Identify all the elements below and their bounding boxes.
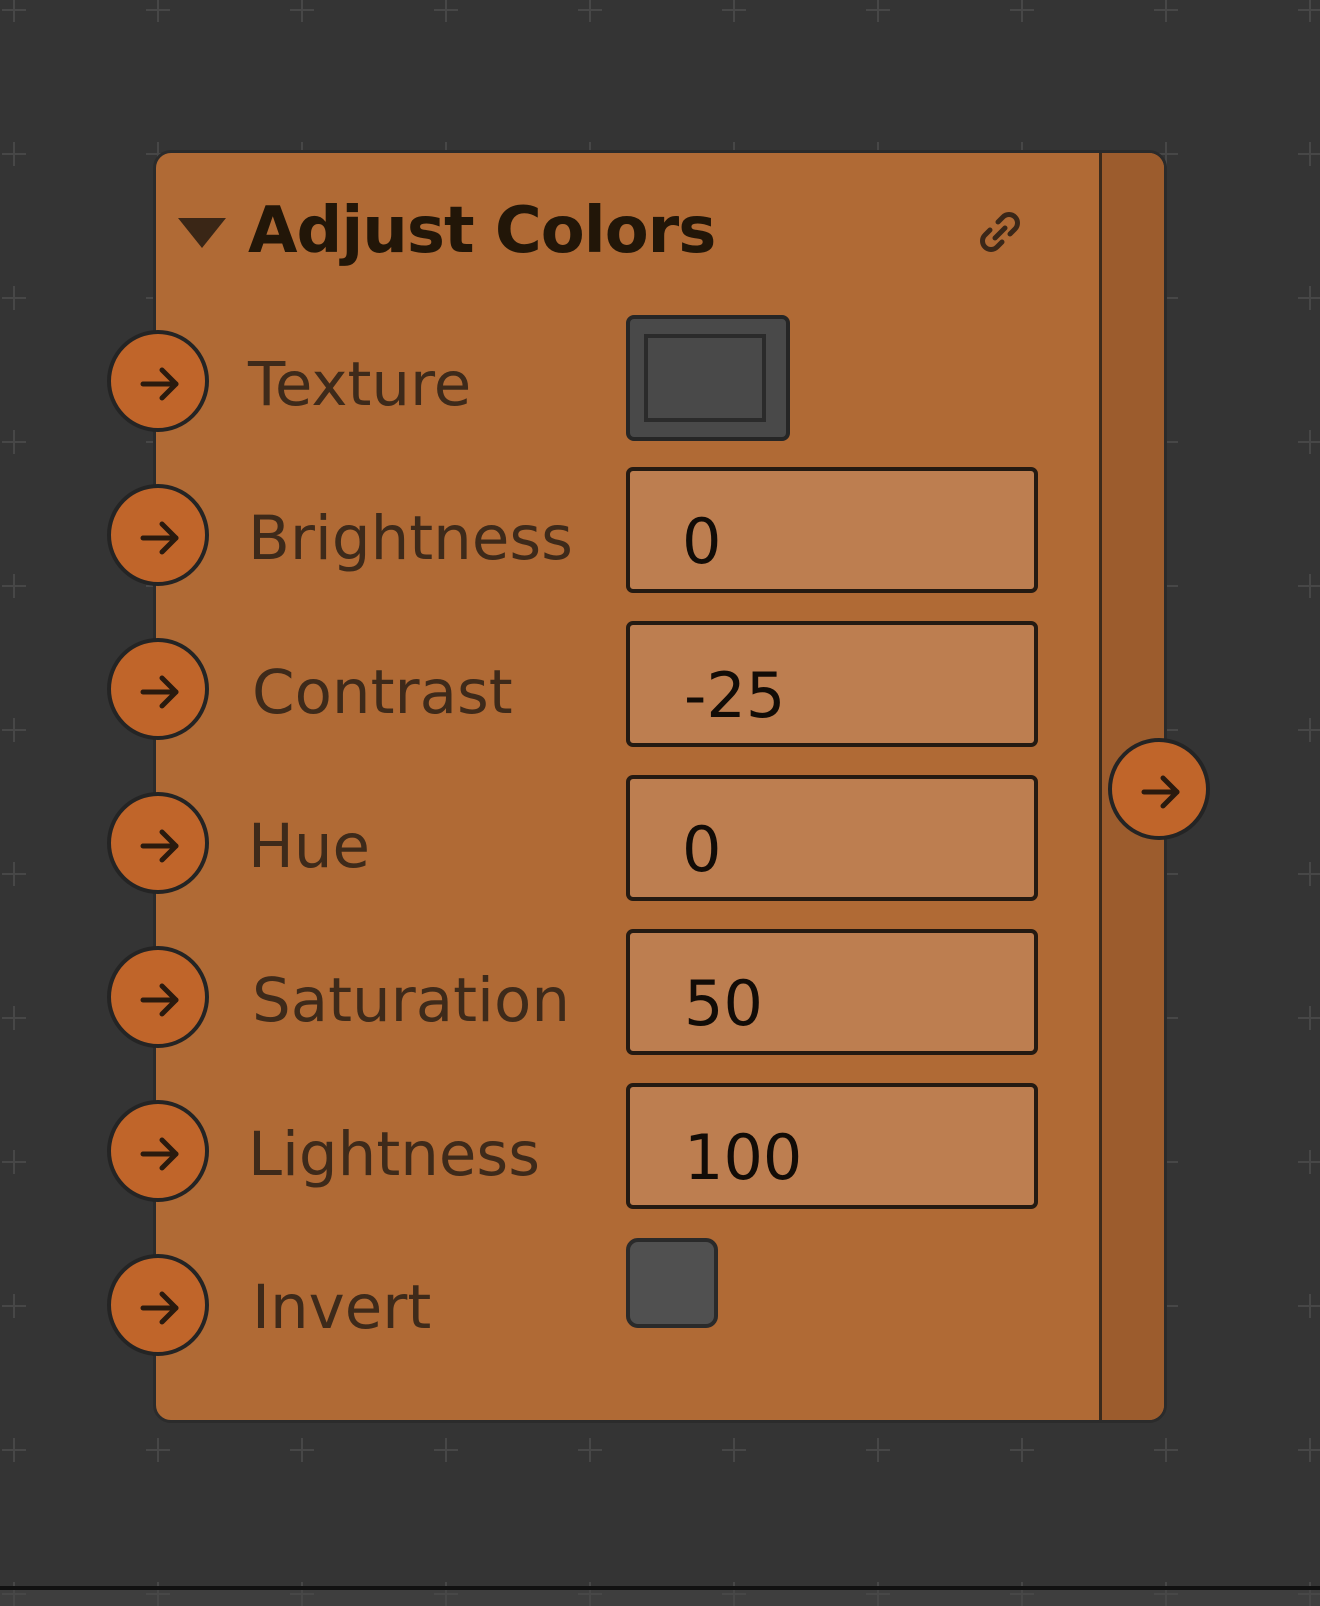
bottom-border xyxy=(0,1586,1320,1590)
contrast-input-port[interactable] xyxy=(107,638,209,740)
lightness-input-port[interactable] xyxy=(107,1100,209,1202)
grid-mark xyxy=(2,1438,26,1462)
collapse-triangle-icon[interactable] xyxy=(178,218,226,248)
invert-input-port[interactable] xyxy=(107,1254,209,1356)
grid-mark xyxy=(2,142,26,166)
arrow-right-icon xyxy=(140,1291,179,1325)
link-icon[interactable] xyxy=(973,205,1027,259)
arrow-right-icon xyxy=(140,367,179,401)
grid-mark xyxy=(1010,0,1034,22)
grid-mark xyxy=(1298,1438,1320,1462)
node-header[interactable]: Adjust Colors xyxy=(178,191,716,271)
output-port[interactable] xyxy=(1108,738,1210,840)
grid-mark xyxy=(1154,0,1178,22)
grid-mark xyxy=(722,1438,746,1462)
grid-mark xyxy=(2,0,26,22)
grid-mark xyxy=(146,1438,170,1462)
grid-mark xyxy=(434,1438,458,1462)
grid-mark xyxy=(1298,862,1320,886)
grid-mark xyxy=(2,1150,26,1174)
grid-mark xyxy=(290,0,314,22)
lightness-input[interactable]: 100 xyxy=(626,1083,1038,1209)
saturation-input-port[interactable] xyxy=(107,946,209,1048)
grid-mark xyxy=(578,0,602,22)
grid-mark xyxy=(2,1294,26,1318)
invert-label: Invert xyxy=(252,1272,432,1343)
arrow-right-icon xyxy=(1141,775,1180,809)
invert-checkbox[interactable] xyxy=(626,1238,718,1328)
brightness-input[interactable]: 0 xyxy=(626,467,1038,593)
brightness-input-port[interactable] xyxy=(107,484,209,586)
brightness-label: Brightness xyxy=(248,503,573,574)
grid-mark xyxy=(1298,0,1320,22)
texture-swatch[interactable] xyxy=(626,315,790,441)
grid-mark xyxy=(1298,1006,1320,1030)
grid-mark xyxy=(1298,1294,1320,1318)
grid-mark xyxy=(1298,286,1320,310)
arrow-right-icon xyxy=(140,1137,179,1171)
adjust-colors-node[interactable]: Adjust Colors Texture Brightness 0 Contr… xyxy=(153,150,1167,1423)
arrow-right-icon xyxy=(140,983,179,1017)
saturation-input[interactable]: 50 xyxy=(626,929,1038,1055)
grid-mark xyxy=(2,1006,26,1030)
hue-input-port[interactable] xyxy=(107,792,209,894)
texture-input-port[interactable] xyxy=(107,330,209,432)
contrast-label: Contrast xyxy=(252,657,513,728)
saturation-label: Saturation xyxy=(252,965,570,1036)
grid-mark xyxy=(2,430,26,454)
lightness-label: Lightness xyxy=(248,1119,540,1190)
grid-mark xyxy=(578,1438,602,1462)
arrow-right-icon xyxy=(140,521,179,555)
grid-mark xyxy=(1010,1438,1034,1462)
node-title: Adjust Colors xyxy=(248,194,716,268)
grid-mark xyxy=(2,286,26,310)
grid-mark xyxy=(434,0,458,22)
hue-input[interactable]: 0 xyxy=(626,775,1038,901)
grid-mark xyxy=(2,574,26,598)
texture-swatch-inner xyxy=(644,334,766,422)
grid-mark xyxy=(866,1438,890,1462)
grid-mark xyxy=(1298,430,1320,454)
texture-label: Texture xyxy=(248,349,472,420)
grid-mark xyxy=(1298,142,1320,166)
grid-mark xyxy=(1298,574,1320,598)
hue-label: Hue xyxy=(248,811,371,882)
grid-mark xyxy=(2,862,26,886)
arrow-right-icon xyxy=(140,675,179,709)
grid-mark xyxy=(1298,1150,1320,1174)
contrast-input[interactable]: -25 xyxy=(626,621,1038,747)
grid-mark xyxy=(866,0,890,22)
grid-mark xyxy=(1154,1438,1178,1462)
grid-mark xyxy=(1298,718,1320,742)
grid-mark xyxy=(2,718,26,742)
grid-mark xyxy=(146,0,170,22)
arrow-right-icon xyxy=(140,829,179,863)
grid-mark xyxy=(722,0,746,22)
grid-mark xyxy=(290,1438,314,1462)
